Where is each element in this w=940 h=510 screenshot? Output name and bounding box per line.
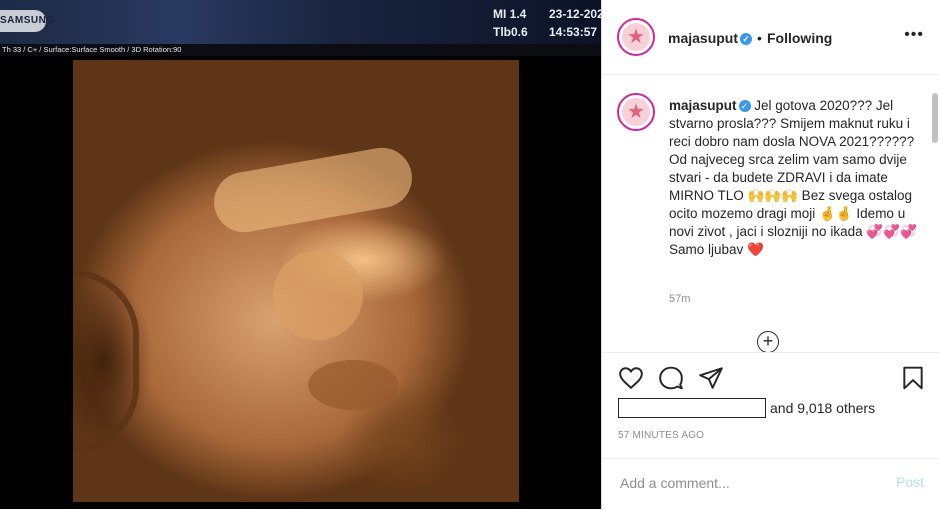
avatar[interactable]: ★ — [617, 18, 655, 56]
following-button[interactable]: Following — [767, 30, 832, 46]
username-text[interactable]: majasuput — [668, 30, 738, 46]
header-username[interactable]: majasuput ✓ — [668, 30, 753, 46]
caption-username[interactable]: majasuput — [669, 98, 737, 113]
action-bar — [602, 352, 940, 401]
scan-date: 23-12-202 — [549, 7, 601, 21]
ultrasound-shape-lips — [308, 360, 398, 410]
star-icon: ★ — [627, 26, 645, 48]
ultrasound-shape-hand — [209, 143, 417, 237]
ultrasound-shape-nose — [273, 250, 363, 340]
mi-readout: MI 1.4 — [493, 7, 527, 21]
caption-text: Jel gotova 2020??? Jel stvarno prosla???… — [669, 98, 917, 257]
redacted-liker-name — [618, 398, 766, 418]
tib-readout: Tlb0.6 — [493, 25, 528, 39]
scan-time: 14:53:57 — [549, 25, 598, 39]
post-caption: majasuput ✓ Jel gotova 2020??? Jel stvarn… — [669, 97, 927, 259]
load-more-comments-icon[interactable]: + — [757, 331, 779, 352]
heart-icon[interactable] — [618, 365, 644, 391]
caption-age: 57m — [669, 293, 691, 305]
media-letterbox — [519, 60, 601, 502]
post-comment-button[interactable]: Post — [896, 474, 924, 490]
separator-dot: • — [757, 30, 762, 46]
ultrasound-shape-ear — [73, 270, 139, 452]
post-header: ★ majasuput ✓ • Following ••• — [602, 0, 940, 75]
avatar-image: ★ — [622, 23, 650, 51]
more-options-icon[interactable]: ••• — [904, 26, 924, 44]
post-sidebar: ★ majasuput ✓ • Following ••• ★ majasuput… — [601, 0, 940, 509]
add-comment-bar: Post — [602, 458, 940, 510]
post-media[interactable]: SAMSUNG MI 1.4 Tlb0.6 23-12-202 14:53:57… — [0, 0, 601, 509]
star-icon: ★ — [627, 101, 645, 123]
likes-count-text[interactable]: and 9,018 others — [770, 400, 875, 416]
caption-avatar[interactable]: ★ — [617, 93, 655, 131]
avatar-image: ★ — [622, 98, 650, 126]
share-icon[interactable] — [698, 365, 724, 391]
ultrasound-brand: SAMSUNG — [0, 10, 54, 32]
likes-summary[interactable]: and 9,018 others — [618, 398, 875, 418]
comments-section: ★ majasuput ✓ Jel gotova 2020??? Jel stva… — [602, 75, 940, 352]
post-timestamp: 57 MINUTES AGO — [618, 430, 705, 441]
comments-scrollbar[interactable] — [932, 93, 938, 143]
ultrasound-header: SAMSUNG MI 1.4 Tlb0.6 23-12-202 14:53:57 — [0, 0, 601, 44]
verified-badge-icon: ✓ — [740, 33, 753, 46]
comment-icon[interactable] — [658, 365, 684, 391]
scan-parameters: Th 33 / C+ / Surface:Surface Smooth / 3D… — [0, 44, 601, 56]
ultrasound-image — [73, 60, 519, 502]
bookmark-icon[interactable] — [900, 365, 926, 391]
comment-input[interactable] — [618, 474, 872, 492]
verified-badge-icon: ✓ — [738, 100, 751, 113]
